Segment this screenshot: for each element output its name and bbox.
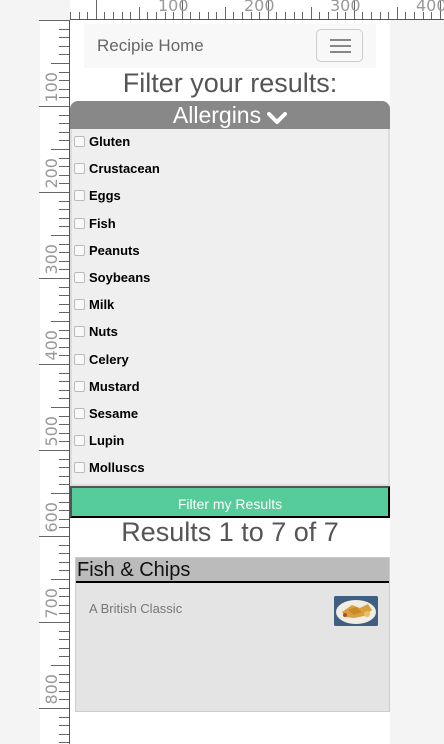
allergen-option[interactable]: Peanuts (72, 240, 390, 260)
app-viewport: Recipie Home Filter your results: Allerg… (70, 20, 390, 744)
allergen-label: Nuts (89, 324, 118, 340)
allergen-checkbox[interactable] (74, 163, 85, 175)
allergen-checkbox[interactable] (74, 136, 85, 147)
allergen-label: Sesame (89, 406, 139, 421)
allergen-checkbox[interactable] (74, 462, 85, 474)
allergen-label: Eggs (89, 188, 121, 204)
allergen-option[interactable]: Molluscs (72, 457, 390, 477)
allergen-option[interactable]: Nuts (72, 321, 390, 341)
allergen-checkbox[interactable] (74, 299, 85, 311)
recipe-thumbnail[interactable] (334, 596, 378, 626)
navbar-toggle-button[interactable] (316, 29, 363, 62)
allergen-option[interactable]: Milk (72, 294, 390, 314)
allergen-label: Celery (89, 351, 129, 367)
ruler-left-label: 200 (42, 158, 61, 189)
allergen-option[interactable]: Eggs (72, 185, 390, 205)
ruler-top-label: 400 (416, 0, 444, 15)
chevron-down-icon (267, 103, 288, 131)
allergen-option[interactable]: Fish (72, 213, 390, 233)
allergen-checkbox[interactable] (74, 272, 85, 283)
ruler-top-label: 200 (244, 0, 275, 15)
ruler-left-label: 100 (42, 72, 61, 103)
brand-link[interactable]: Recipie Home (97, 36, 204, 56)
ruler-left-label: 400 (42, 330, 61, 361)
allergen-checkbox[interactable] (74, 408, 85, 419)
allergen-label: Mustard (89, 378, 140, 394)
allergen-label: Fish (89, 215, 116, 231)
allergen-option[interactable]: Soybeans (72, 267, 390, 287)
ruler-left-label: 300 (42, 244, 61, 275)
allergens-toggle[interactable]: Allergins (70, 101, 390, 129)
ruler-top-label: 300 (330, 0, 361, 15)
allergen-checkbox[interactable] (74, 244, 85, 256)
allergen-label: Peanuts (89, 242, 140, 258)
allergen-checkbox[interactable] (74, 190, 85, 202)
allergen-label: Gluten (89, 134, 131, 149)
filter-heading: Filter your results: (122, 68, 338, 98)
allergen-option[interactable]: Mustard (72, 376, 390, 396)
ruler-left: 100 200 300 400 500 600 700 800 (39, 20, 70, 744)
allergen-checkbox[interactable] (74, 217, 85, 229)
allergens-label: Allergins (172, 102, 262, 128)
allergen-option[interactable]: Crustacean (72, 158, 390, 178)
ruler-left-label: 500 (42, 416, 61, 447)
allergen-option[interactable]: Sesame (72, 403, 390, 423)
navbar: Recipie Home (84, 24, 376, 68)
allergen-option[interactable]: Celery (72, 349, 390, 369)
allergen-list: Gluten Crustacean Eggs Fish Peanuts Soybeans M… (70, 129, 390, 486)
allergen-option[interactable]: Lupin (72, 430, 390, 450)
recipe-card[interactable]: Fish & Chips A British Classic (75, 557, 390, 712)
results-heading: Results 1 to 7 of 7 (121, 517, 339, 547)
recipe-description: A British Classic (89, 601, 183, 616)
allergen-checkbox[interactable] (74, 435, 85, 447)
allergen-label: Milk (89, 297, 115, 313)
ruler-left-label: 700 (42, 588, 61, 619)
allergen-checkbox[interactable] (74, 380, 85, 392)
allergen-option[interactable]: Gluten (72, 131, 390, 151)
hamburger-icon (330, 39, 351, 41)
allergen-label: Crustacean (89, 161, 160, 177)
allergen-label: Molluscs (89, 460, 145, 476)
allergen-label: Soybeans (89, 270, 151, 285)
allergen-checkbox[interactable] (74, 353, 85, 365)
filter-results-button[interactable]: Filter my Results (70, 486, 390, 518)
recipe-title[interactable]: Fish & Chips (76, 558, 389, 583)
ruler-left-label: 600 (42, 502, 61, 533)
allergen-checkbox[interactable] (74, 326, 85, 338)
ruler-left-label: 800 (42, 674, 61, 705)
ruler-top-label: 100 (158, 0, 189, 15)
allergen-label: Lupin (89, 433, 125, 449)
ruler-top: 100 200 300 400 (70, 0, 444, 20)
